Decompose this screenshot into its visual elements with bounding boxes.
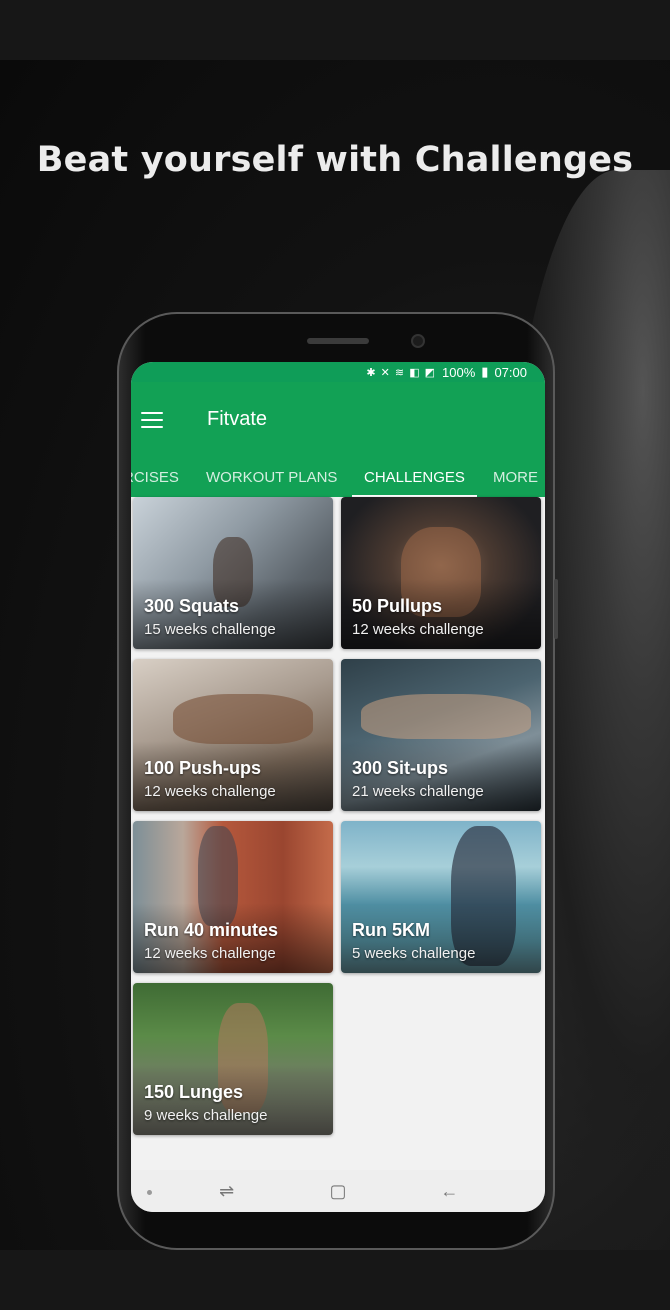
- challenge-image: [173, 694, 313, 744]
- clock: 07:00: [494, 364, 527, 380]
- challenge-title: Run 40 minutes: [144, 920, 279, 940]
- phone-side-button: [554, 579, 558, 639]
- back-icon[interactable]: ←: [434, 1181, 464, 1202]
- phone-speaker: [307, 338, 369, 344]
- battery-level: 100%: [442, 364, 476, 380]
- tab-exercises[interactable]: RCISES: [131, 457, 179, 497]
- challenge-subtitle: 12 weeks challenge: [352, 621, 484, 638]
- challenge-card-pushups[interactable]: 100 Push-ups 12 weeks challenge: [133, 659, 333, 811]
- challenge-subtitle: 15 weeks challenge: [144, 621, 276, 638]
- recent-apps-icon[interactable]: ⇌: [212, 1181, 242, 1202]
- challenge-title: 50 Pullups: [352, 596, 443, 616]
- challenge-subtitle: 21 weeks challenge: [352, 783, 484, 800]
- challenge-card-run-5km[interactable]: Run 5KM 5 weeks challenge: [341, 821, 541, 973]
- challenge-title: 100 Push-ups: [144, 758, 262, 778]
- challenge-card-squats[interactable]: 300 Squats 15 weeks challenge: [133, 497, 333, 649]
- app-title: Fitvate: [207, 408, 268, 430]
- nav-indicator-dot: [147, 1190, 152, 1195]
- challenge-card-lunges[interactable]: 150 Lunges 9 weeks challenge: [133, 983, 333, 1135]
- app-bar: Fitvate: [131, 382, 545, 457]
- challenge-card-pullups[interactable]: 50 Pullups 12 weeks challenge: [341, 497, 541, 649]
- top-band: [0, 0, 670, 60]
- phone-camera: [411, 334, 425, 348]
- challenge-subtitle: 5 weeks challenge: [352, 945, 476, 962]
- home-icon[interactable]: ▢: [323, 1181, 353, 1202]
- challenge-title: 300 Sit-ups: [352, 758, 449, 778]
- tab-challenges[interactable]: CHALLENGES: [352, 457, 477, 497]
- challenge-card-run-40[interactable]: Run 40 minutes 12 weeks challenge: [133, 821, 333, 973]
- challenge-subtitle: 9 weeks challenge: [144, 1107, 268, 1124]
- tab-workout-plans[interactable]: WORKOUT PLANS: [206, 457, 337, 497]
- challenge-title: 150 Lunges: [144, 1082, 244, 1102]
- challenge-title: Run 5KM: [352, 920, 430, 940]
- battery-icon: ▮: [481, 364, 489, 379]
- system-nav-bar: ⇌ ▢ ←: [131, 1170, 545, 1212]
- challenge-subtitle: 12 weeks challenge: [144, 945, 276, 962]
- tab-bar: RCISES WORKOUT PLANS CHALLENGES MORE: [131, 457, 545, 497]
- phone-frame: ✱ ✕ ≋ ◧ ◩ 100% ▮ 07:00 Fitvate RCISES WO…: [117, 312, 558, 1250]
- challenge-card-situps[interactable]: 300 Sit-ups 21 weeks challenge: [341, 659, 541, 811]
- status-bar: ✱ ✕ ≋ ◧ ◩ 100% ▮ 07:00: [131, 362, 545, 382]
- challenge-image: [361, 694, 531, 739]
- bottom-band: [0, 1250, 670, 1310]
- challenge-title: 300 Squats: [144, 596, 240, 616]
- hamburger-menu-icon[interactable]: [141, 411, 163, 428]
- app-screen: ✱ ✕ ≋ ◧ ◩ 100% ▮ 07:00 Fitvate RCISES WO…: [131, 362, 545, 1212]
- challenge-subtitle: 12 weeks challenge: [144, 783, 276, 800]
- status-icons: ✱ ✕ ≋ ◧ ◩: [366, 366, 437, 379]
- promo-headline: Beat yourself with Challenges: [36, 140, 634, 180]
- tab-more[interactable]: MORE: [493, 457, 538, 497]
